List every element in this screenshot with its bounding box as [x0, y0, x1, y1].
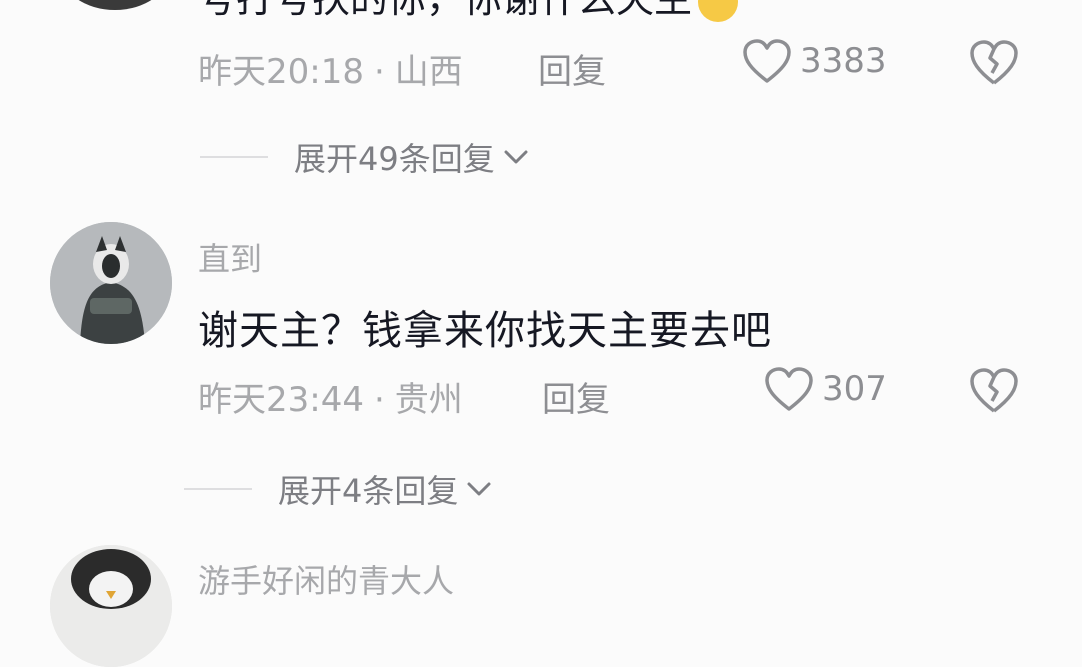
- comment-location: 贵州: [394, 380, 463, 420]
- divider-line: [200, 156, 268, 158]
- expand-replies-button[interactable]: 展开49条回复: [200, 134, 529, 180]
- like-count: 3383: [800, 41, 887, 81]
- avatar[interactable]: [50, 222, 172, 344]
- comment-author[interactable]: 直到: [198, 234, 262, 280]
- comment-meta: 昨天23:44 · 贵州: [198, 372, 463, 421]
- like-button[interactable]: 307: [764, 366, 887, 412]
- like-count: 307: [822, 369, 887, 409]
- dislike-button[interactable]: [968, 366, 1020, 418]
- reply-button[interactable]: 回复: [538, 44, 606, 93]
- avatar-image: [50, 545, 172, 667]
- comment-text: 号打号扶的你，你谢什么天主: [198, 0, 739, 23]
- avatar[interactable]: [60, 0, 170, 10]
- comment-time: 昨天20:18: [198, 52, 364, 92]
- comment-meta: 昨天20:18 · 山西: [198, 44, 463, 93]
- broken-heart-icon: [970, 368, 1018, 413]
- heart-outline-icon: [765, 367, 813, 411]
- emoji-icon: [698, 0, 739, 22]
- expand-replies-button[interactable]: 展开4条回复: [184, 466, 492, 512]
- comment-text: 谢天主？钱拿来你找天主要去吧: [198, 308, 772, 354]
- chevron-down-icon: [467, 482, 491, 496]
- expand-label: 展开49条回复: [294, 140, 495, 178]
- separator-dot: ·: [373, 52, 385, 92]
- like-button[interactable]: 3383: [742, 38, 887, 84]
- divider-line: [184, 488, 252, 490]
- separator-dot: ·: [373, 380, 385, 420]
- comment-author[interactable]: 游手好闲的青大人: [198, 556, 454, 602]
- heart-outline-icon: [743, 39, 791, 83]
- dislike-button[interactable]: [968, 38, 1020, 90]
- reply-button[interactable]: 回复: [542, 372, 610, 421]
- comment-time: 昨天23:44: [198, 380, 364, 420]
- chevron-down-icon: [504, 150, 528, 164]
- expand-label: 展开4条回复: [278, 472, 459, 510]
- broken-heart-icon: [970, 40, 1018, 85]
- avatar[interactable]: [50, 545, 172, 667]
- comment-location: 山西: [394, 52, 463, 92]
- avatar-image: [50, 222, 172, 344]
